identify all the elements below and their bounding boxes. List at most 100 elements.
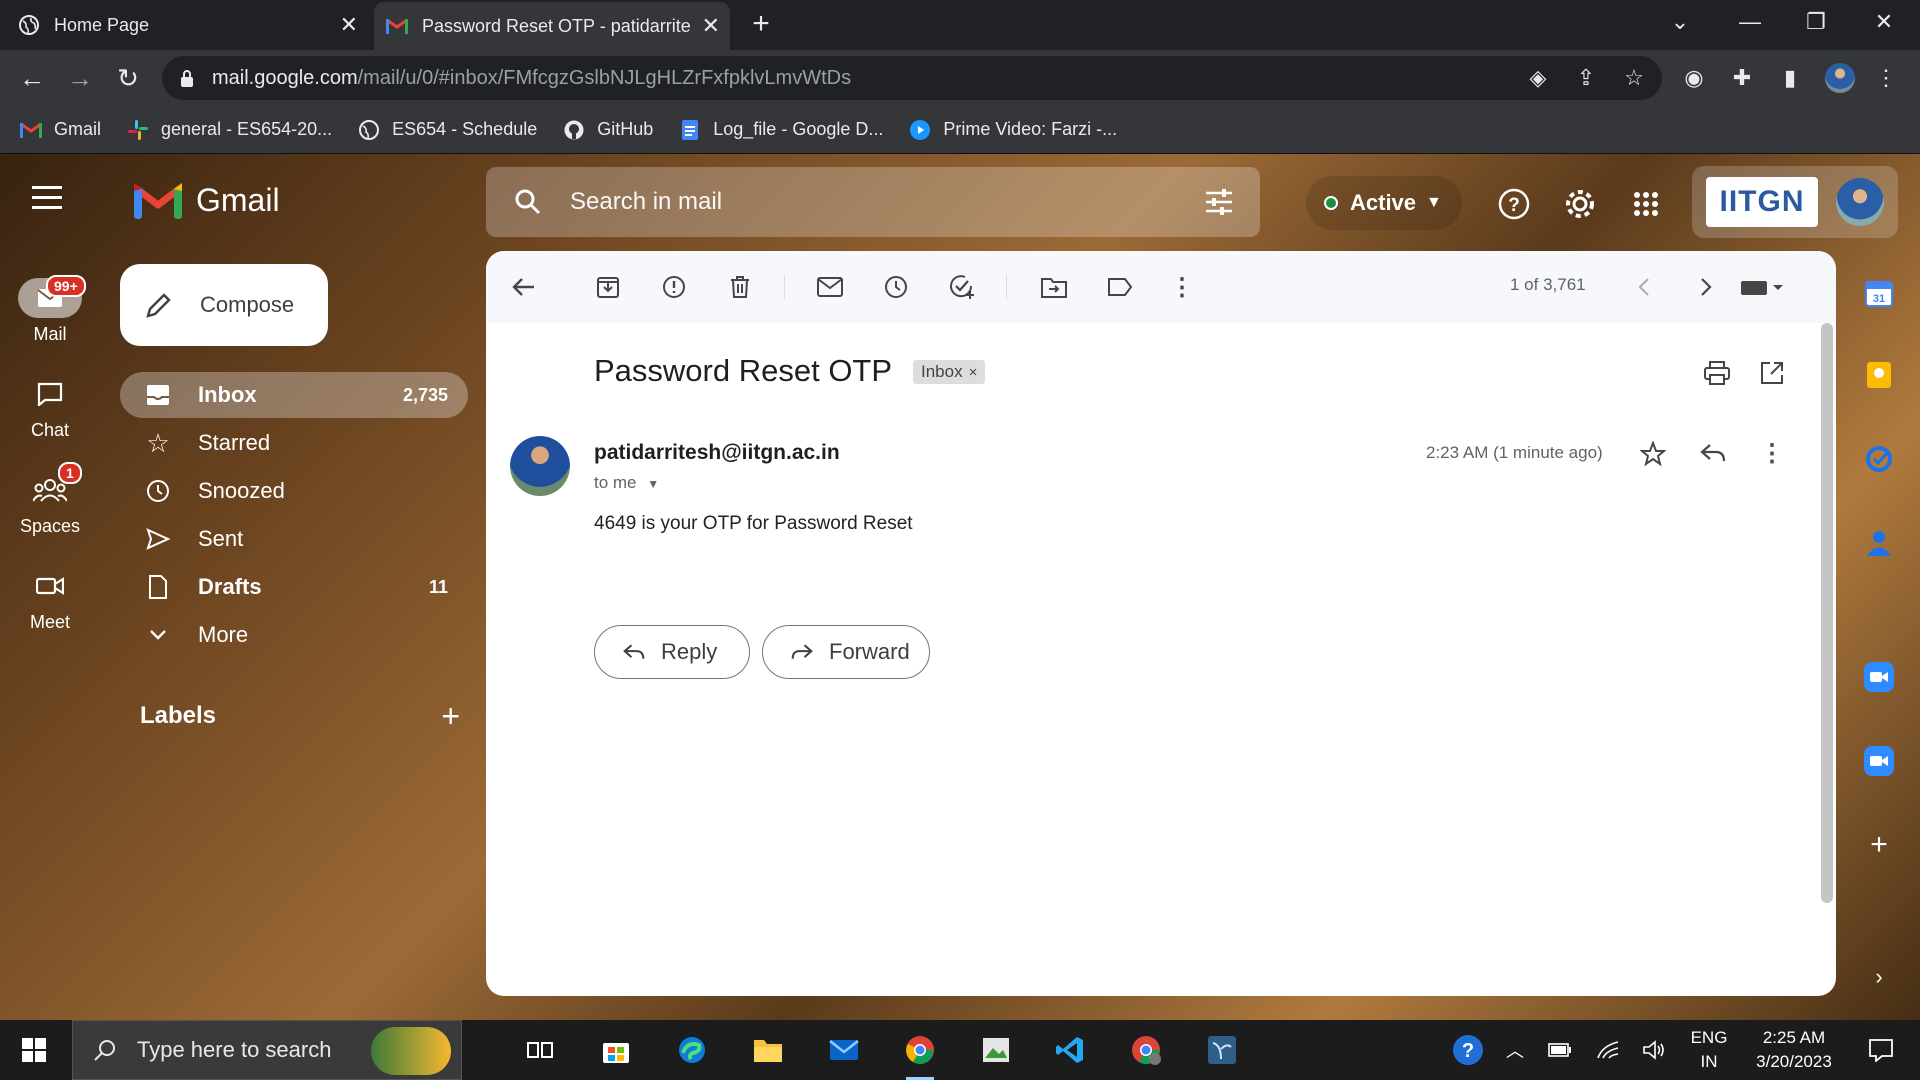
move-to-folder-icon[interactable]: [1038, 271, 1070, 303]
more-actions-icon[interactable]: ⋮: [1166, 271, 1198, 303]
expand-panel-chevron-icon[interactable]: ›: [1862, 960, 1896, 994]
tasks-icon[interactable]: [1862, 442, 1896, 476]
add-to-tasks-icon[interactable]: [946, 271, 978, 303]
forward-button[interactable]: Forward: [762, 625, 930, 679]
newer-chevron-icon[interactable]: [1628, 271, 1660, 303]
close-window-icon[interactable]: ✕: [1854, 0, 1914, 44]
input-tools-keyboard-icon[interactable]: [1732, 271, 1792, 303]
message-scrollbar[interactable]: [1821, 323, 1833, 903]
rail-mail[interactable]: Mail 99+: [0, 275, 100, 345]
nav-drafts[interactable]: Drafts 11: [120, 564, 468, 610]
sender-avatar[interactable]: [510, 436, 570, 496]
volume-icon[interactable]: [1636, 1020, 1672, 1080]
bookmark-schedule[interactable]: ES654 - Schedule: [358, 119, 537, 141]
search-bar[interactable]: Search in mail: [486, 167, 1260, 237]
bookmark-log-file[interactable]: Log_file - Google D...: [679, 119, 883, 141]
add-addon-icon[interactable]: +: [1862, 828, 1896, 862]
compose-button[interactable]: Compose: [120, 264, 328, 346]
help-tray-icon[interactable]: ?: [1446, 1020, 1490, 1080]
nav-snoozed[interactable]: Snoozed: [120, 468, 468, 514]
rail-meet[interactable]: Meet: [0, 566, 100, 633]
search-options-icon[interactable]: [1204, 187, 1234, 217]
profile-avatar[interactable]: [1822, 60, 1858, 96]
tab-password-reset[interactable]: Password Reset OTP - patidarrite ✕: [374, 2, 730, 50]
account-switcher[interactable]: IITGN: [1692, 166, 1898, 238]
nav-sent[interactable]: Sent: [120, 516, 468, 562]
delete-trash-icon[interactable]: [724, 271, 756, 303]
minimize-icon[interactable]: —: [1720, 0, 1780, 44]
bookmark-github[interactable]: GitHub: [563, 119, 653, 141]
tab-home-page[interactable]: Home Page ✕: [18, 0, 368, 50]
sender-email[interactable]: patidarritesh@iitgn.ac.in: [594, 441, 840, 465]
clock-date[interactable]: 2:25 AM 3/20/2023: [1744, 1020, 1844, 1080]
search-input[interactable]: Search in mail: [570, 188, 722, 216]
zoom-addon-icon[interactable]: [1862, 744, 1896, 778]
address-bar[interactable]: mail.google.com/mail/u/0/#inbox/FMfcgzGs…: [162, 56, 1662, 100]
reload-icon[interactable]: ↻: [108, 58, 148, 98]
archive-icon[interactable]: [592, 271, 624, 303]
apps-grid-icon[interactable]: [1626, 184, 1666, 224]
file-explorer-icon[interactable]: [746, 1028, 790, 1072]
wifi-icon[interactable]: [1590, 1020, 1626, 1080]
report-spam-icon[interactable]: [658, 271, 690, 303]
taskbar-search[interactable]: Type here to search: [72, 1020, 462, 1080]
language-indicator[interactable]: ENG IN: [1684, 1020, 1734, 1080]
back-to-inbox-icon[interactable]: [508, 271, 540, 303]
bookmark-gmail[interactable]: Gmail: [20, 119, 101, 141]
close-tab-icon[interactable]: ✕: [702, 13, 720, 39]
tab-search-icon[interactable]: ⌄: [1650, 0, 1710, 44]
star-message-icon[interactable]: [1639, 440, 1667, 472]
back-icon[interactable]: ←: [12, 58, 52, 98]
forward-icon[interactable]: →: [60, 58, 100, 98]
microsoft-store-icon[interactable]: [594, 1028, 638, 1072]
chrome-app-icon[interactable]: [898, 1028, 942, 1080]
chrome-profile-icon[interactable]: [1124, 1028, 1168, 1072]
status-dropdown[interactable]: Active ▼: [1306, 176, 1462, 230]
keep-icon[interactable]: [1862, 358, 1896, 392]
calendar-icon[interactable]: 31: [1862, 276, 1896, 310]
gmail-logo[interactable]: Gmail: [134, 182, 280, 219]
older-chevron-icon[interactable]: [1690, 271, 1722, 303]
bookmark-star-icon[interactable]: ☆: [1616, 60, 1652, 96]
mark-unread-icon[interactable]: [814, 271, 846, 303]
main-menu-icon[interactable]: [32, 186, 72, 216]
share-icon[interactable]: ⇪: [1568, 60, 1604, 96]
image-viewer-icon[interactable]: [974, 1028, 1018, 1072]
nav-starred[interactable]: ☆ Starred: [120, 420, 468, 466]
more-menu-icon[interactable]: ⋮: [1868, 60, 1904, 96]
taskbar-search-input[interactable]: Type here to search: [137, 1037, 331, 1063]
inbox-label-chip[interactable]: Inbox ×: [913, 360, 986, 384]
contacts-icon[interactable]: [1862, 526, 1896, 560]
windows-start-icon[interactable]: [12, 1028, 56, 1072]
account-avatar[interactable]: [1836, 178, 1884, 226]
nav-more[interactable]: More: [120, 612, 468, 658]
battery-icon[interactable]: [1542, 1020, 1578, 1080]
snooze-clock-icon[interactable]: [880, 271, 912, 303]
side-panel-icon[interactable]: ▮: [1772, 60, 1808, 96]
database-workbench-icon[interactable]: [1200, 1028, 1244, 1072]
notifications-icon[interactable]: [1856, 1020, 1906, 1080]
rail-spaces[interactable]: Spaces 1: [0, 462, 100, 537]
new-tab-button[interactable]: +: [745, 8, 777, 40]
edge-browser-icon[interactable]: [670, 1028, 714, 1072]
open-new-window-icon[interactable]: [1760, 361, 1784, 390]
eye-icon[interactable]: ◈: [1520, 60, 1556, 96]
restore-icon[interactable]: ❐: [1786, 0, 1846, 44]
recipient-details[interactable]: to me ▼: [594, 473, 659, 493]
search-icon[interactable]: [514, 188, 542, 216]
vscode-icon[interactable]: [1048, 1028, 1092, 1072]
nav-inbox[interactable]: Inbox 2,735: [120, 372, 468, 418]
remove-label-icon[interactable]: ×: [969, 364, 978, 381]
add-label-button[interactable]: +: [441, 698, 460, 735]
extension-icon[interactable]: ◉: [1676, 60, 1712, 96]
reply-arrow-icon[interactable]: [1700, 443, 1726, 468]
bookmark-prime-video[interactable]: Prime Video: Farzi -...: [909, 119, 1117, 141]
settings-gear-icon[interactable]: [1560, 184, 1600, 224]
puzzle-icon[interactable]: ✚: [1724, 60, 1760, 96]
print-icon[interactable]: [1704, 361, 1730, 390]
rail-chat[interactable]: Chat: [0, 374, 100, 441]
zoom-addon-icon[interactable]: [1862, 660, 1896, 694]
mail-app-icon[interactable]: [822, 1028, 866, 1072]
message-more-icon[interactable]: ⋮: [1760, 439, 1784, 468]
bookmark-general[interactable]: general - ES654-20...: [127, 119, 332, 141]
